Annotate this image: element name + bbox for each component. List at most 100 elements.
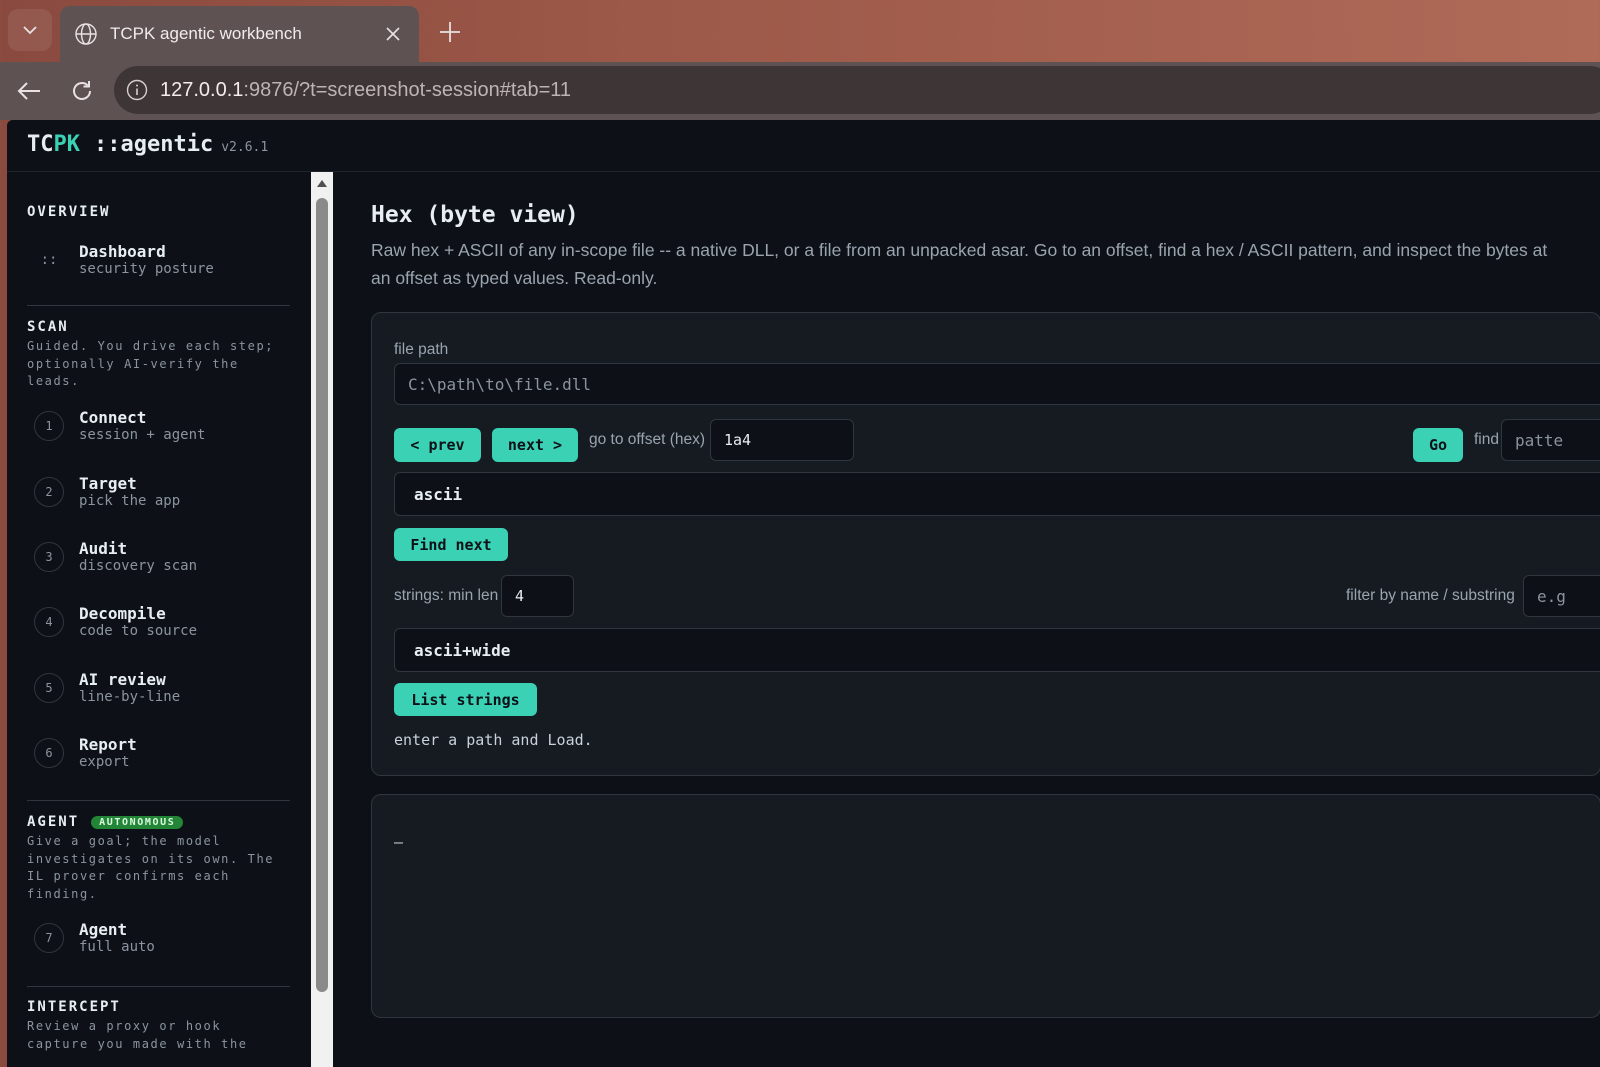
brand-pk: PK xyxy=(53,132,81,157)
plus-icon xyxy=(440,22,460,42)
brand-subtitle: ::agentic xyxy=(94,132,214,157)
step-number: 5 xyxy=(34,673,64,703)
scroll-up-arrow-icon[interactable] xyxy=(317,180,327,187)
arrow-left-icon xyxy=(17,82,40,100)
step-number: 2 xyxy=(34,477,64,507)
sidebar-item-connect[interactable]: 1 Connect session + agent xyxy=(27,402,291,450)
find-next-button[interactable]: Find next xyxy=(394,528,508,561)
section-overview: OVERVIEW xyxy=(27,204,291,220)
sidebar-item-report[interactable]: 6 Report export xyxy=(27,729,291,777)
main-content: Hex (byte view) Raw hex + ASCII of any i… xyxy=(333,172,1600,1067)
tab-title: TCPK agentic workbench xyxy=(110,24,302,43)
list-strings-button[interactable]: List strings xyxy=(394,683,537,716)
sidebar-item-label: Decompile xyxy=(79,604,166,623)
offset-input[interactable]: 1a4 xyxy=(710,419,854,461)
info-icon[interactable] xyxy=(126,79,148,101)
sidebar-item-label: Report xyxy=(79,735,137,754)
prev-button[interactable]: < prev xyxy=(394,428,481,462)
find-pattern-input[interactable]: patte xyxy=(1501,419,1600,461)
sidebar-item-decompile[interactable]: 4 Decompile code to source xyxy=(27,598,291,646)
sidebar-scrollbar[interactable] xyxy=(311,172,333,1067)
sidebar-item-sub: line-by-line xyxy=(79,689,181,705)
dashboard-icon: :: xyxy=(40,252,58,268)
reload-button[interactable] xyxy=(64,73,100,109)
tab-search-button[interactable] xyxy=(8,9,52,51)
brand-tc: TC xyxy=(27,132,54,157)
step-number: 6 xyxy=(34,738,64,768)
sidebar-item-dashboard[interactable]: :: Dashboard security posture xyxy=(27,236,291,284)
section-title-agent: AGENT xyxy=(27,814,80,830)
sidebar-item-label: Agent xyxy=(79,920,128,939)
section-scan: SCAN Guided. You drive each step; option… xyxy=(27,319,291,391)
brand-logo: TCPK xyxy=(27,132,80,157)
sidebar-item-label: Target xyxy=(79,474,137,493)
sidebar-item-sub: discovery scan xyxy=(79,558,198,574)
file-path-input[interactable]: C:\path\to\file.dll xyxy=(394,363,1600,405)
step-number: 4 xyxy=(34,607,64,637)
page-description: Raw hex + ASCII of any in-scope file -- … xyxy=(371,240,1548,288)
sidebar-item-ai-review[interactable]: 5 AI review line-by-line xyxy=(27,664,291,712)
next-button[interactable]: next > xyxy=(492,428,578,462)
strings-minlen-input[interactable]: 4 xyxy=(501,575,574,617)
sidebar-item-label: AI review xyxy=(79,670,166,689)
sidebar-item-sub: security posture xyxy=(79,261,214,277)
filter-label: filter by name / substring xyxy=(1346,587,1515,604)
sidebar-item-label: Dashboard xyxy=(79,242,166,261)
globe-icon xyxy=(75,23,97,45)
close-tab-button[interactable] xyxy=(381,22,405,46)
page-title: Hex (byte view) xyxy=(371,202,579,228)
url-text: 127.0.0.1:9876/?t=screenshot-session#tab… xyxy=(160,79,571,102)
file-path-label: file path xyxy=(394,341,449,358)
hex-output-panel: – xyxy=(371,794,1600,1018)
section-desc-scan: Guided. You drive each step; optionally … xyxy=(27,339,275,388)
url-host: 127.0.0.1 xyxy=(160,78,244,101)
step-number: 3 xyxy=(34,542,64,572)
section-desc-intercept: Review a proxy or hook capture you made … xyxy=(27,1019,248,1051)
app-header: TCPK ::agentic v2.6.1 xyxy=(7,120,1600,172)
sidebar-item-sub: export xyxy=(79,754,130,770)
step-number: 1 xyxy=(34,411,64,441)
url-path: :9876/?t=screenshot-session#tab=11 xyxy=(243,78,572,101)
section-title-overview: OVERVIEW xyxy=(27,204,111,220)
sidebar-item-label: Audit xyxy=(79,539,128,558)
autonomous-badge: AUTONOMOUS xyxy=(91,815,184,829)
section-intercept: INTERCEPT Review a proxy or hook capture… xyxy=(27,999,291,1053)
sidebar-item-agent[interactable]: 7 Agent full auto xyxy=(27,914,291,962)
hex-controls-card: file path C:\path\to\file.dll < prev nex… xyxy=(371,312,1600,776)
sidebar-item-audit[interactable]: 3 Audit discovery scan xyxy=(27,533,291,581)
sidebar-divider xyxy=(27,305,290,306)
sidebar-item-sub: pick the app xyxy=(79,493,181,509)
section-title-scan: SCAN xyxy=(27,319,69,335)
sidebar-item-sub: session + agent xyxy=(79,427,206,443)
browser-tab[interactable]: TCPK agentic workbench xyxy=(60,6,419,62)
find-label: find xyxy=(1474,431,1499,448)
find-mode-select[interactable]: ascii xyxy=(394,472,1600,516)
app-window: TCPK ::agentic v2.6.1 OVERVIEW :: Dashbo… xyxy=(7,120,1600,1067)
strings-mode-select[interactable]: ascii+wide xyxy=(394,628,1600,672)
section-agent: AGENT AUTONOMOUS Give a goal; the model i… xyxy=(27,814,291,903)
section-title-intercept: INTERCEPT xyxy=(27,999,121,1015)
filter-input[interactable]: e.g xyxy=(1523,575,1600,617)
sidebar-divider xyxy=(27,986,290,987)
hex-output-text: – xyxy=(394,833,404,851)
go-button[interactable]: Go xyxy=(1413,428,1463,462)
back-button[interactable] xyxy=(11,73,47,109)
close-icon xyxy=(386,27,400,41)
sidebar-item-label: Connect xyxy=(79,408,147,427)
new-tab-button[interactable] xyxy=(432,14,468,50)
scrollbar-thumb[interactable] xyxy=(316,198,328,992)
chevron-down-icon xyxy=(23,26,37,35)
strings-minlen-label: strings: min len xyxy=(394,587,499,604)
sidebar-divider xyxy=(27,800,290,801)
status-text: enter a path and Load. xyxy=(394,731,593,749)
sidebar-item-sub: code to source xyxy=(79,623,198,639)
sidebar: OVERVIEW :: Dashboard security posture S… xyxy=(7,172,311,1067)
sidebar-item-target[interactable]: 2 Target pick the app xyxy=(27,468,291,516)
section-desc-agent: Give a goal; the model investigates on i… xyxy=(27,834,275,901)
sidebar-item-sub: full auto xyxy=(79,939,155,955)
reload-icon xyxy=(73,81,91,100)
address-bar[interactable]: 127.0.0.1:9876/?t=screenshot-session#tab… xyxy=(114,66,1600,114)
browser-tab-bar: TCPK agentic workbench xyxy=(0,0,1600,62)
step-number: 7 xyxy=(34,923,64,953)
version-label: v2.6.1 xyxy=(221,140,269,155)
